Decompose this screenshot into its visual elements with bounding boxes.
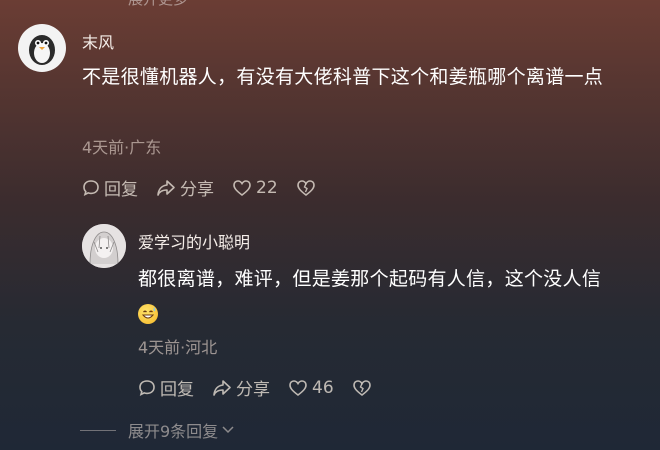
username[interactable]: 末风	[82, 29, 114, 53]
comment-icon	[83, 179, 99, 196]
reply-label: 回复	[160, 380, 194, 400]
comment-actions: 回复 分享 22	[82, 175, 338, 200]
avatar[interactable]	[82, 224, 126, 268]
expand-replies-button[interactable]: 展开9条回复	[80, 418, 235, 442]
like-count: 22	[256, 177, 278, 198]
reply-button[interactable]: 回复	[138, 375, 194, 400]
reply-text-content: 都很离谱，难评，但是姜那个起码有人信，这个没人信	[138, 268, 602, 290]
heart-icon	[289, 379, 307, 396]
share-icon	[213, 379, 231, 396]
expand-replies-label: 展开9条回复	[128, 422, 219, 441]
penguin-avatar-icon	[29, 35, 55, 65]
reply-button[interactable]: 回复	[82, 175, 138, 200]
reply-meta: 4天前·河北	[138, 338, 218, 357]
reply-actions: 回复 分享 46	[138, 375, 394, 400]
heart-icon	[233, 179, 251, 196]
avatar[interactable]	[18, 24, 66, 72]
like-button[interactable]: 22	[232, 178, 278, 198]
comment-meta: 4天前·广东	[82, 138, 162, 157]
collapsed-replies-partial[interactable]: 展开更多	[128, 0, 188, 9]
share-button[interactable]: 分享	[156, 175, 214, 200]
username[interactable]: 爱学习的小聪明	[138, 229, 250, 253]
dislike-icon	[352, 379, 371, 396]
grinning-sweat-emoji-icon	[138, 303, 158, 324]
chevron-down-icon	[222, 426, 234, 434]
share-label: 分享	[236, 380, 270, 400]
share-label: 分享	[180, 180, 214, 200]
share-button[interactable]: 分享	[212, 375, 270, 400]
divider-line	[80, 429, 116, 431]
reply-text: 都很离谱，难评，但是姜那个起码有人信，这个没人信	[138, 262, 648, 330]
comment-text: 不是很懂机器人，有没有大佬科普下这个和姜瓶哪个离谱一点	[82, 66, 604, 88]
reply-label: 回复	[104, 180, 138, 200]
dislike-icon	[296, 179, 315, 196]
comment-icon	[139, 379, 155, 396]
anime-avatar-icon	[82, 224, 126, 268]
dislike-button[interactable]	[352, 379, 376, 397]
share-icon	[157, 179, 175, 196]
like-button[interactable]: 46	[288, 378, 334, 398]
dislike-button[interactable]	[296, 179, 320, 197]
like-count: 46	[312, 377, 334, 398]
